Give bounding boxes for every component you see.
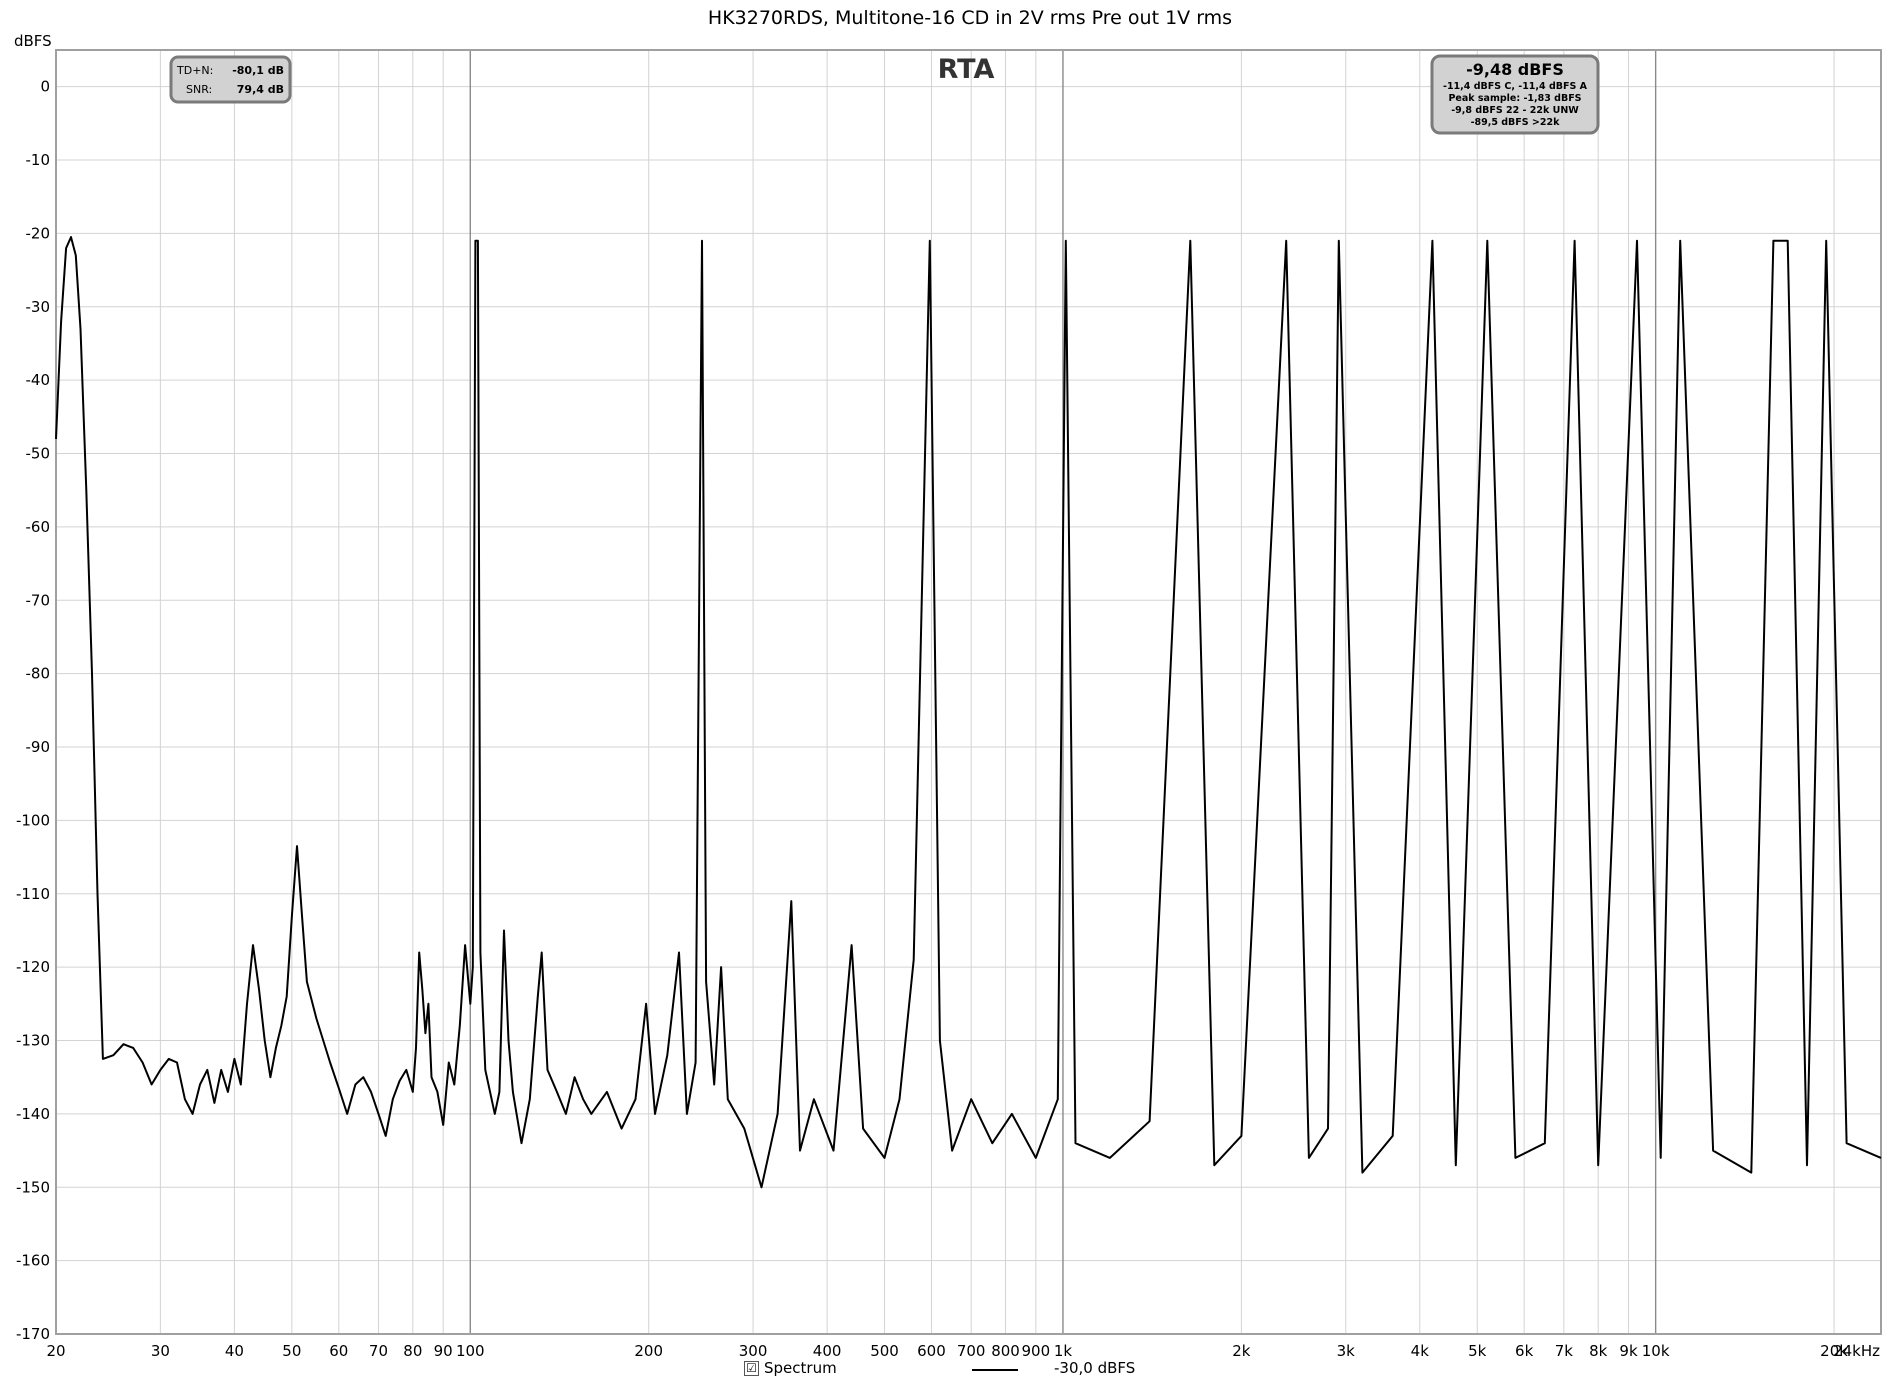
level-line1: -11,4 dBFS C, -11,4 dBFS A — [1443, 81, 1588, 92]
x-axis-ticks: 20 30 40 50 60 70 80 90 100 200 300 400 500 600 700 800… — [46, 1342, 1880, 1360]
level-box: -9,48 dBFS -11,4 dBFS C, -11,4 dBFS A Pe… — [1430, 54, 1600, 135]
level-line4: -89,5 dBFS >22k — [1471, 117, 1561, 128]
y-tick-label: -10 — [26, 151, 51, 169]
legend-level: -30,0 dBFS — [1054, 1359, 1136, 1377]
y-tick-label: 0 — [40, 78, 50, 96]
y-tick-label: -60 — [26, 518, 51, 536]
y-tick-label: -100 — [16, 811, 50, 829]
tdn-label: TD+N: — [176, 64, 213, 77]
y-tick-label: -30 — [26, 298, 51, 316]
y-axis-ticks: 0 -10 -20 -30 -40 -50 -60 -70 -80 -90 -100 -110 -120… — [16, 78, 50, 1343]
spectrum-checkbox[interactable]: ☑ — [744, 1361, 759, 1376]
x-tick-label: 300 — [739, 1342, 768, 1360]
series-layer — [55, 236, 1882, 1189]
x-tick-label: 60 — [329, 1342, 348, 1360]
legend-line-swatch — [972, 1369, 1018, 1371]
y-axis-label: dBFS — [14, 32, 52, 50]
x-tick-label: 90 — [434, 1342, 453, 1360]
y-tick-label: -110 — [16, 885, 50, 903]
legend: ☑ Spectrum -30,0 dBFS — [0, 1359, 1900, 1381]
y-tick-label: -150 — [16, 1178, 50, 1196]
rta-label: RTA — [938, 54, 995, 85]
series-line-spectrum — [55, 236, 1882, 1189]
y-tick-label: -160 — [16, 1252, 50, 1270]
legend-spectrum-label: Spectrum — [764, 1359, 837, 1377]
x-tick-label: 50 — [282, 1342, 301, 1360]
x-tick-label: 20 — [46, 1342, 65, 1360]
level-main: -9,48 dBFS — [1466, 60, 1564, 79]
y-tick-label: -90 — [26, 738, 51, 756]
x-tick-label: 600 — [917, 1342, 946, 1360]
x-tick-label: 100 — [456, 1342, 485, 1360]
chart: HK3270RDS, Multitone-16 CD in 2V rms Pre… — [14, 7, 1882, 1360]
y-tick-label: -70 — [26, 591, 51, 609]
x-tick-label: 80 — [403, 1342, 422, 1360]
x-tick-label: 700 — [957, 1342, 986, 1360]
snr-value: 79,4 dB — [237, 83, 284, 96]
x-tick-label: 24kHz — [1833, 1342, 1880, 1360]
y-tick-label: -20 — [26, 224, 51, 242]
x-tick-label: 10k — [1642, 1342, 1670, 1360]
y-tick-label: -40 — [26, 371, 51, 389]
x-tick-label: 500 — [870, 1342, 899, 1360]
thd-box: TD+N: -80,1 dB SNR: 79,4 dB — [169, 55, 292, 104]
y-tick-label: -170 — [16, 1325, 50, 1343]
x-tick-label: 8k — [1589, 1342, 1608, 1360]
x-tick-label: 40 — [225, 1342, 244, 1360]
plot-frame — [55, 49, 1882, 1335]
tdn-value: -80,1 dB — [232, 64, 284, 77]
x-tick-label: 1k — [1054, 1342, 1073, 1360]
level-line2: Peak sample: -1,83 dBFS — [1448, 93, 1581, 104]
x-tick-label: 30 — [151, 1342, 170, 1360]
y-tick-label: -140 — [16, 1105, 50, 1123]
x-tick-label: 2k — [1232, 1342, 1251, 1360]
x-tick-label: 4k — [1411, 1342, 1430, 1360]
grid — [55, 50, 1882, 1335]
snr-label: SNR: — [186, 83, 212, 96]
x-tick-label: 5k — [1468, 1342, 1487, 1360]
y-tick-label: -50 — [26, 445, 51, 463]
x-tick-label: 900 — [1022, 1342, 1051, 1360]
x-tick-label: 200 — [634, 1342, 663, 1360]
y-tick-label: -120 — [16, 958, 50, 976]
level-line3: -9,8 dBFS 22 - 22k UNW — [1451, 105, 1579, 116]
y-tick-label: -80 — [26, 665, 51, 683]
x-tick-label: 70 — [369, 1342, 388, 1360]
x-tick-label: 800 — [991, 1342, 1020, 1360]
x-tick-label: 7k — [1555, 1342, 1574, 1360]
y-tick-label: -130 — [16, 1032, 50, 1050]
x-tick-label: 9k — [1619, 1342, 1638, 1360]
chart-title: HK3270RDS, Multitone-16 CD in 2V rms Pre… — [708, 7, 1232, 29]
x-tick-label: 3k — [1337, 1342, 1356, 1360]
x-tick-label: 400 — [813, 1342, 842, 1360]
x-tick-label: 6k — [1515, 1342, 1534, 1360]
